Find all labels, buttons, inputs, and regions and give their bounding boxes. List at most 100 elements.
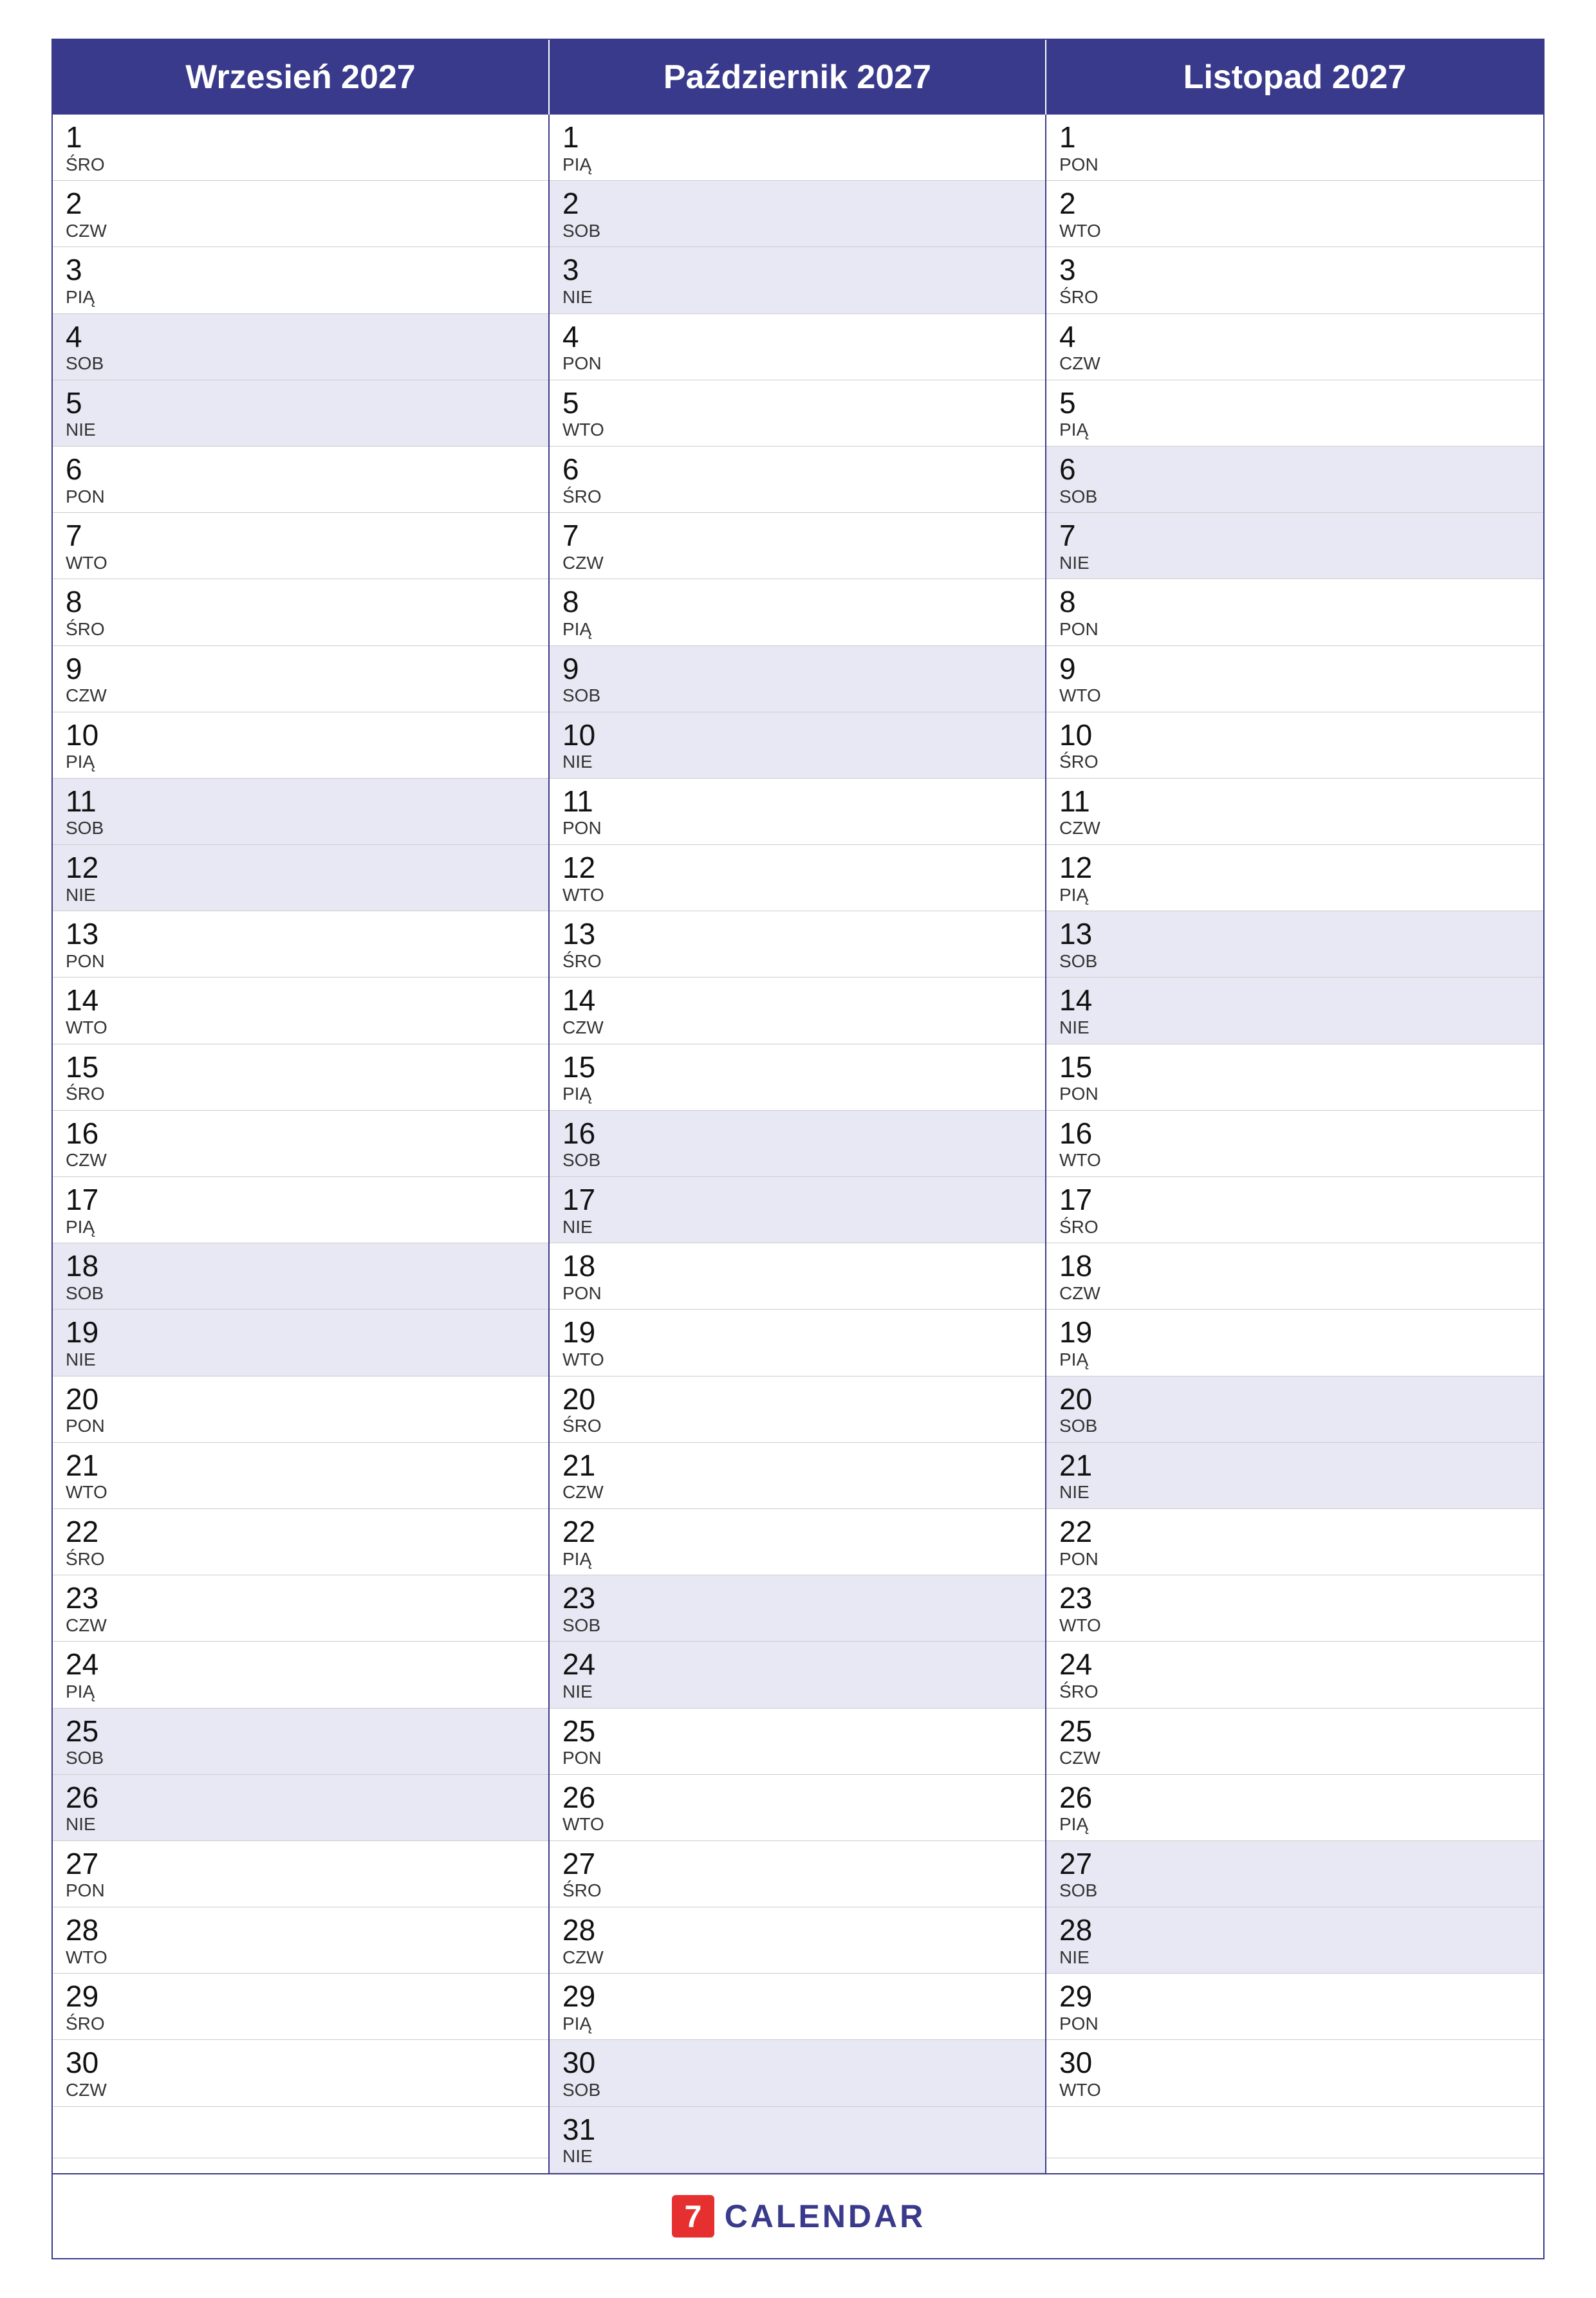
day-row: 30WTO [1046,2040,1543,2106]
day-name: SOB [1059,1880,1530,1902]
day-row: 28NIE [1046,1907,1543,1974]
day-number: 23 [66,1582,535,1615]
day-name: SOB [562,1149,1032,1171]
day-row: 17PIĄ [53,1177,548,1243]
day-name: PON [1059,1083,1530,1105]
day-row: 31NIE [550,2107,1045,2173]
day-row: 17ŚRO [1046,1177,1543,1243]
day-name: CZW [1059,1283,1530,1304]
day-row: 19PIĄ [1046,1310,1543,1376]
day-number: 7 [1059,519,1530,552]
day-row: 25PON [550,1709,1045,1775]
day-row: 8ŚRO [53,579,548,645]
day-number: 29 [66,1980,535,2013]
day-name: WTO [1059,685,1530,707]
day-row: 5WTO [550,380,1045,447]
day-name: WTO [66,1017,535,1039]
day-row: 28WTO [53,1907,548,1974]
day-number: 15 [562,1051,1032,1084]
day-row: 28CZW [550,1907,1045,1974]
day-name: CZW [562,552,1032,574]
day-row: 3ŚRO [1046,247,1543,313]
day-name: WTO [1059,2079,1530,2101]
month-header-1: Październik 2027 [550,40,1046,115]
day-row: 8PIĄ [550,579,1045,645]
day-number: 28 [562,1914,1032,1947]
day-row: 19WTO [550,1310,1045,1376]
day-row: 7NIE [1046,513,1543,579]
day-number: 5 [66,387,535,420]
day-number: 2 [66,187,535,220]
day-row: 4SOB [53,314,548,380]
day-number: 7 [562,519,1032,552]
day-row: 16WTO [1046,1111,1543,1177]
day-name: SOB [66,1747,535,1769]
calendar-body: 1ŚRO2CZW3PIĄ4SOB5NIE6PON7WTO8ŚRO9CZW10PI… [53,115,1543,2173]
day-number: 22 [562,1515,1032,1548]
day-number: 16 [562,1117,1032,1150]
day-row: 20ŚRO [550,1376,1045,1443]
day-number: 20 [1059,1383,1530,1416]
day-row: 26NIE [53,1775,548,1841]
day-name: PON [66,1880,535,1902]
day-number: 18 [1059,1250,1530,1283]
day-name: SOB [562,685,1032,707]
day-name: PON [1059,2013,1530,2035]
day-name: WTO [562,1349,1032,1371]
day-row: 3NIE [550,247,1045,313]
day-name: PIĄ [562,1548,1032,1570]
day-row: 14WTO [53,978,548,1044]
day-row: 24ŚRO [1046,1642,1543,1708]
day-number: 4 [1059,320,1530,353]
day-row: 14NIE [1046,978,1543,1044]
day-number: 27 [66,1848,535,1880]
day-row: 26PIĄ [1046,1775,1543,1841]
day-row: 2WTO [1046,181,1543,247]
day-number: 16 [66,1117,535,1150]
day-number: 3 [562,254,1032,286]
day-row: 29ŚRO [53,1974,548,2040]
day-number: 25 [66,1715,535,1748]
calendar-container: Wrzesień 2027Październik 2027Listopad 20… [51,39,1545,2259]
day-name: ŚRO [66,154,535,176]
day-number: 7 [66,519,535,552]
day-name: SOB [562,220,1032,242]
day-row: 10PIĄ [53,712,548,779]
day-name: PON [1059,618,1530,640]
day-name: SOB [1059,486,1530,508]
day-number: 23 [1059,1582,1530,1615]
day-name: ŚRO [66,618,535,640]
day-name: PON [562,1283,1032,1304]
day-name: WTO [1059,1149,1530,1171]
month-header-0: Wrzesień 2027 [53,40,550,115]
day-row: 21NIE [1046,1443,1543,1509]
day-row: 5NIE [53,380,548,447]
day-name: CZW [1059,1747,1530,1769]
day-number: 22 [66,1515,535,1548]
day-row: 27SOB [1046,1841,1543,1907]
day-name: PON [66,486,535,508]
day-number: 24 [66,1648,535,1681]
day-name: NIE [66,1813,535,1835]
day-name: ŚRO [1059,1216,1530,1238]
day-row: 1PON [1046,115,1543,181]
day-number: 1 [66,121,535,154]
day-number: 21 [66,1449,535,1482]
day-name: PON [66,950,535,972]
day-number: 21 [1059,1449,1530,1482]
day-row: 1ŚRO [53,115,548,181]
day-row: 12NIE [53,845,548,911]
day-name: CZW [66,220,535,242]
day-row: 10ŚRO [1046,712,1543,779]
day-number: 8 [562,586,1032,618]
day-number: 11 [66,785,535,818]
day-number: 6 [562,453,1032,486]
day-number: 12 [562,851,1032,884]
day-number: 11 [562,785,1032,818]
day-name: PON [562,353,1032,375]
day-row: 25CZW [1046,1709,1543,1775]
day-row: 23SOB [550,1575,1045,1642]
day-number: 26 [562,1781,1032,1814]
day-number: 9 [562,653,1032,685]
day-number: 11 [1059,785,1530,818]
